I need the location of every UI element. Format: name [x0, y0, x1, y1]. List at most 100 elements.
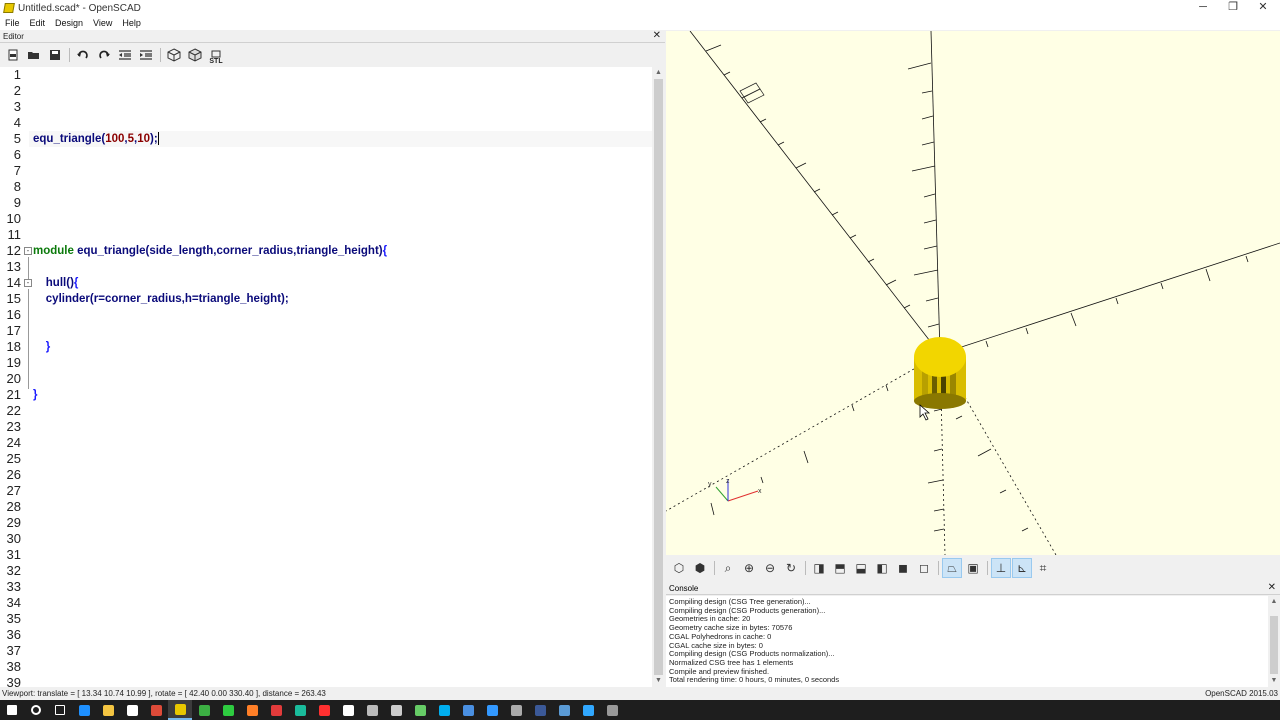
show-edges-button[interactable]: ⌗	[1033, 558, 1053, 578]
editor-close-button[interactable]: ✕	[653, 30, 661, 42]
code-line[interactable]	[33, 211, 652, 227]
code-line[interactable]: cylinder(r=corner_radius,h=triangle_heig…	[33, 291, 652, 307]
menu-design[interactable]: Design	[50, 16, 88, 30]
indent-button[interactable]	[136, 45, 156, 65]
view-front-button[interactable]: ◼	[893, 558, 913, 578]
code-line[interactable]	[33, 115, 652, 131]
app-window-taskbar-button[interactable]	[552, 700, 576, 720]
console-scrollbar[interactable]: ▲ ▼	[1268, 596, 1280, 687]
app-misc-taskbar-button[interactable]	[600, 700, 624, 720]
restore-button[interactable]: ❐	[1218, 0, 1248, 16]
code-line[interactable]: }	[33, 339, 652, 355]
reset-view-button[interactable]: ↻	[781, 558, 801, 578]
view-bottom-button[interactable]: ⬓	[851, 558, 871, 578]
3d-viewport[interactable]: z x y	[666, 31, 1280, 555]
preview-button[interactable]: ⬡	[669, 558, 689, 578]
code-line[interactable]: hull(){	[33, 275, 652, 291]
perspective-button[interactable]: ⏢	[942, 558, 962, 578]
editor-scrollbar[interactable]: ▲ ▼	[652, 67, 665, 687]
close-button[interactable]: ✕	[1248, 0, 1278, 16]
scroll-up-icon[interactable]: ▲	[652, 67, 665, 79]
render-button[interactable]: ⬢	[690, 558, 710, 578]
app-red-taskbar-button[interactable]	[264, 700, 288, 720]
scroll-down-icon[interactable]: ▼	[652, 675, 665, 687]
menu-help[interactable]: Help	[117, 16, 146, 30]
scroll-up-icon[interactable]: ▲	[1268, 596, 1280, 608]
view-back-button[interactable]: ◻	[914, 558, 934, 578]
zoom-out-button[interactable]: ⊖	[760, 558, 780, 578]
app-red2-taskbar-button[interactable]	[312, 700, 336, 720]
undo-button[interactable]	[73, 45, 93, 65]
fold-marker-hull[interactable]: -	[24, 279, 32, 287]
unindent-button[interactable]	[115, 45, 135, 65]
render-button[interactable]	[185, 45, 205, 65]
calc-taskbar-button[interactable]	[384, 700, 408, 720]
task-view-taskbar-button[interactable]	[48, 700, 72, 720]
code-editor[interactable]: 1 2 3 4 5 6 7 8 9 10 11 12 13 14 15 16 17 18 19 20 21 22 23 24 2…	[0, 67, 652, 687]
orthogonal-button[interactable]: ▣	[963, 558, 983, 578]
store-taskbar-button[interactable]	[120, 700, 144, 720]
chrome-taskbar-button[interactable]	[144, 700, 168, 720]
code-line[interactable]	[33, 227, 652, 243]
app-box-taskbar-button[interactable]	[360, 700, 384, 720]
zoom-in-button[interactable]: ⊕	[739, 558, 759, 578]
fold-marker-module[interactable]: -	[24, 247, 32, 255]
app-teal-taskbar-button[interactable]	[288, 700, 312, 720]
view-right-button[interactable]: ◨	[809, 558, 829, 578]
viewport-canvas[interactable]: z x y	[666, 31, 1280, 555]
skype-taskbar-button[interactable]	[432, 700, 456, 720]
save-file-button[interactable]	[45, 45, 65, 65]
code-line[interactable]	[33, 179, 652, 195]
code-line[interactable]	[33, 355, 652, 371]
code-line[interactable]	[33, 67, 652, 83]
code-line[interactable]	[33, 307, 652, 323]
facebook-taskbar-button[interactable]	[528, 700, 552, 720]
show-scale-button[interactable]: ⊾	[1012, 558, 1032, 578]
app-green-taskbar-button[interactable]	[192, 700, 216, 720]
code-line[interactable]	[33, 323, 652, 339]
menu-file[interactable]: File	[0, 16, 25, 30]
app-dragon-taskbar-button[interactable]	[504, 700, 528, 720]
editor-scroll-thumb[interactable]	[654, 79, 663, 675]
console-output[interactable]: Compiling design (CSG Tree generation)..…	[666, 596, 1268, 687]
app-orange-taskbar-button[interactable]	[240, 700, 264, 720]
notepad-taskbar-button[interactable]	[336, 700, 360, 720]
new-file-button[interactable]	[3, 45, 23, 65]
scroll-down-icon[interactable]: ▼	[1268, 675, 1280, 687]
code-line[interactable]: module equ_triangle(side_length,corner_r…	[33, 243, 652, 259]
minimize-button[interactable]: ─	[1188, 0, 1218, 16]
openscad-taskbar-button[interactable]	[168, 700, 192, 720]
code-area[interactable]: equ_triangle(100,5,10);module equ_triang…	[29, 67, 652, 403]
code-line[interactable]: equ_triangle(100,5,10);	[29, 131, 652, 147]
code-line[interactable]	[33, 259, 652, 275]
menu-view[interactable]: View	[88, 16, 117, 30]
photoshop-taskbar-button[interactable]	[576, 700, 600, 720]
edge-taskbar-button[interactable]	[72, 700, 96, 720]
code-line[interactable]: }	[33, 387, 652, 403]
start-taskbar-button[interactable]	[0, 700, 24, 720]
app-clover-taskbar-button[interactable]	[216, 700, 240, 720]
code-line[interactable]	[33, 195, 652, 211]
open-file-button[interactable]	[24, 45, 44, 65]
app-blue-taskbar-button[interactable]	[456, 700, 480, 720]
preview-button[interactable]	[164, 45, 184, 65]
search-taskbar-button[interactable]	[24, 700, 48, 720]
redo-button[interactable]	[94, 45, 114, 65]
view-all-button[interactable]: ⌕	[718, 558, 738, 578]
app-globe-taskbar-button[interactable]	[480, 700, 504, 720]
code-line[interactable]	[33, 99, 652, 115]
view-top-button[interactable]: ⬒	[830, 558, 850, 578]
code-line[interactable]	[33, 147, 652, 163]
code-line[interactable]	[33, 83, 652, 99]
code-line[interactable]	[33, 371, 652, 387]
app-pen-taskbar-button[interactable]	[408, 700, 432, 720]
console-close-button[interactable]: ✕	[1268, 582, 1276, 594]
cylinder-model[interactable]	[914, 337, 966, 409]
explorer-taskbar-button[interactable]	[96, 700, 120, 720]
code-line[interactable]	[33, 163, 652, 179]
console-scroll-thumb[interactable]	[1270, 616, 1278, 674]
export-stl-button[interactable]: STL	[206, 45, 226, 65]
view-left-button[interactable]: ◧	[872, 558, 892, 578]
show-axes-button[interactable]: ⊥	[991, 558, 1011, 578]
menu-edit[interactable]: Edit	[25, 16, 51, 30]
